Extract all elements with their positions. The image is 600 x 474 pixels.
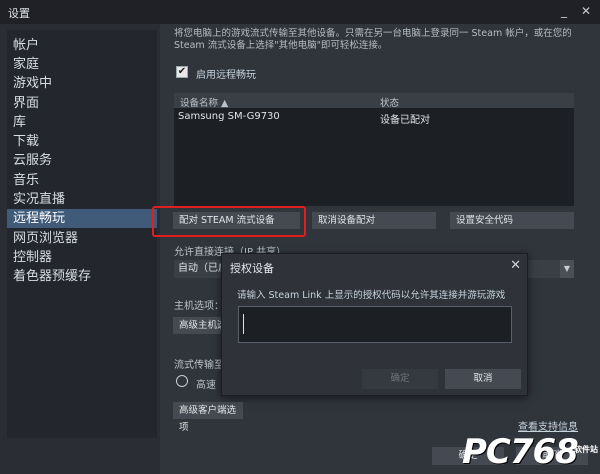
remote-play-description: 将您电脑上的游戏流式传输至其他设备。只需在另一台电脑上登录同一 Steam 帐户… [174,28,572,51]
sidebar-item-remote-play[interactable]: 远程畅玩 [7,209,157,228]
settings-sidebar: 帐户 家庭 游戏中 界面 库 下载 云服务 音乐 实况直播 远程畅玩 网页浏览器… [7,30,157,438]
speed-radio-label: 高速 [196,380,216,391]
watermark-site: 软件站 [574,445,598,454]
unpair-device-button[interactable]: 取消设备配对 [312,212,436,229]
sidebar-item-account[interactable]: 帐户 [7,36,157,55]
dialog-cancel-button[interactable]: 取消 [445,369,521,389]
sidebar-item-cloud[interactable]: 云服务 [7,151,157,170]
stream-to-label: 流式传输至 [174,360,224,371]
set-security-code-button[interactable]: 设置安全代码 [450,212,574,229]
sidebar-item-web-browser[interactable]: 网页浏览器 [7,229,157,248]
dialog-confirm-button[interactable]: 确定 [362,369,438,389]
sidebar-item-in-game[interactable]: 游戏中 [7,74,157,93]
device-table: 设备名称 ▲ 状态 Samsung SM-G9730 设备已配对 [174,93,574,206]
column-device-name[interactable]: 设备名称 ▲ [180,95,228,109]
authorize-device-dialog: 授权设备 ✕ 请输入 Steam Link 上显示的授权代码以允许其连接并游玩游… [221,253,528,396]
pair-button-highlight [152,206,306,237]
device-name-cell: Samsung SM-G9730 [178,111,280,122]
chevron-down-icon[interactable]: ▼ [560,260,574,278]
pc768-watermark-logo: PC768 软件站 [462,432,600,474]
support-info-link[interactable]: 查看支持信息 [518,418,578,433]
sidebar-item-family[interactable]: 家庭 [7,55,157,74]
table-row[interactable]: Samsung SM-G9730 设备已配对 [174,111,574,127]
sidebar-item-downloads[interactable]: 下载 [7,132,157,151]
text-caret [243,314,244,334]
minimize-button[interactable]: _ [556,3,572,19]
sidebar-item-controller[interactable]: 控制器 [7,248,157,267]
device-table-header: 设备名称 ▲ 状态 [174,93,574,109]
column-status[interactable]: 状态 [380,95,399,109]
device-status-cell: 设备已配对 [380,115,430,126]
host-options-label: 主机选项： [174,301,224,312]
dialog-message: 请输入 Steam Link 上显示的授权代码以允许其连接并游玩游戏 [237,290,506,301]
enable-remote-play-label: 启用远程畅玩 [196,70,256,81]
sidebar-item-shader-cache[interactable]: 着色器预缓存 [7,267,157,286]
sidebar-item-interface[interactable]: 界面 [7,94,157,113]
title-bar: 设置 _ ✕ [0,0,600,24]
authorization-code-input[interactable] [238,306,512,343]
sidebar-item-music[interactable]: 音乐 [7,171,157,190]
close-icon[interactable]: ✕ [510,258,521,273]
dialog-title: 授权设备 [230,262,274,275]
close-button[interactable]: ✕ [578,3,594,19]
enable-remote-play-checkbox[interactable]: ✔ [176,66,188,78]
sidebar-item-broadcasting[interactable]: 实况直播 [7,190,157,209]
speed-radio[interactable] [176,375,188,387]
window-title: 设置 [8,7,30,20]
watermark-text: PC768 [462,432,579,472]
sidebar-item-library[interactable]: 库 [7,113,157,132]
advanced-client-options-button[interactable]: 高级客户端选项 [173,402,243,433]
